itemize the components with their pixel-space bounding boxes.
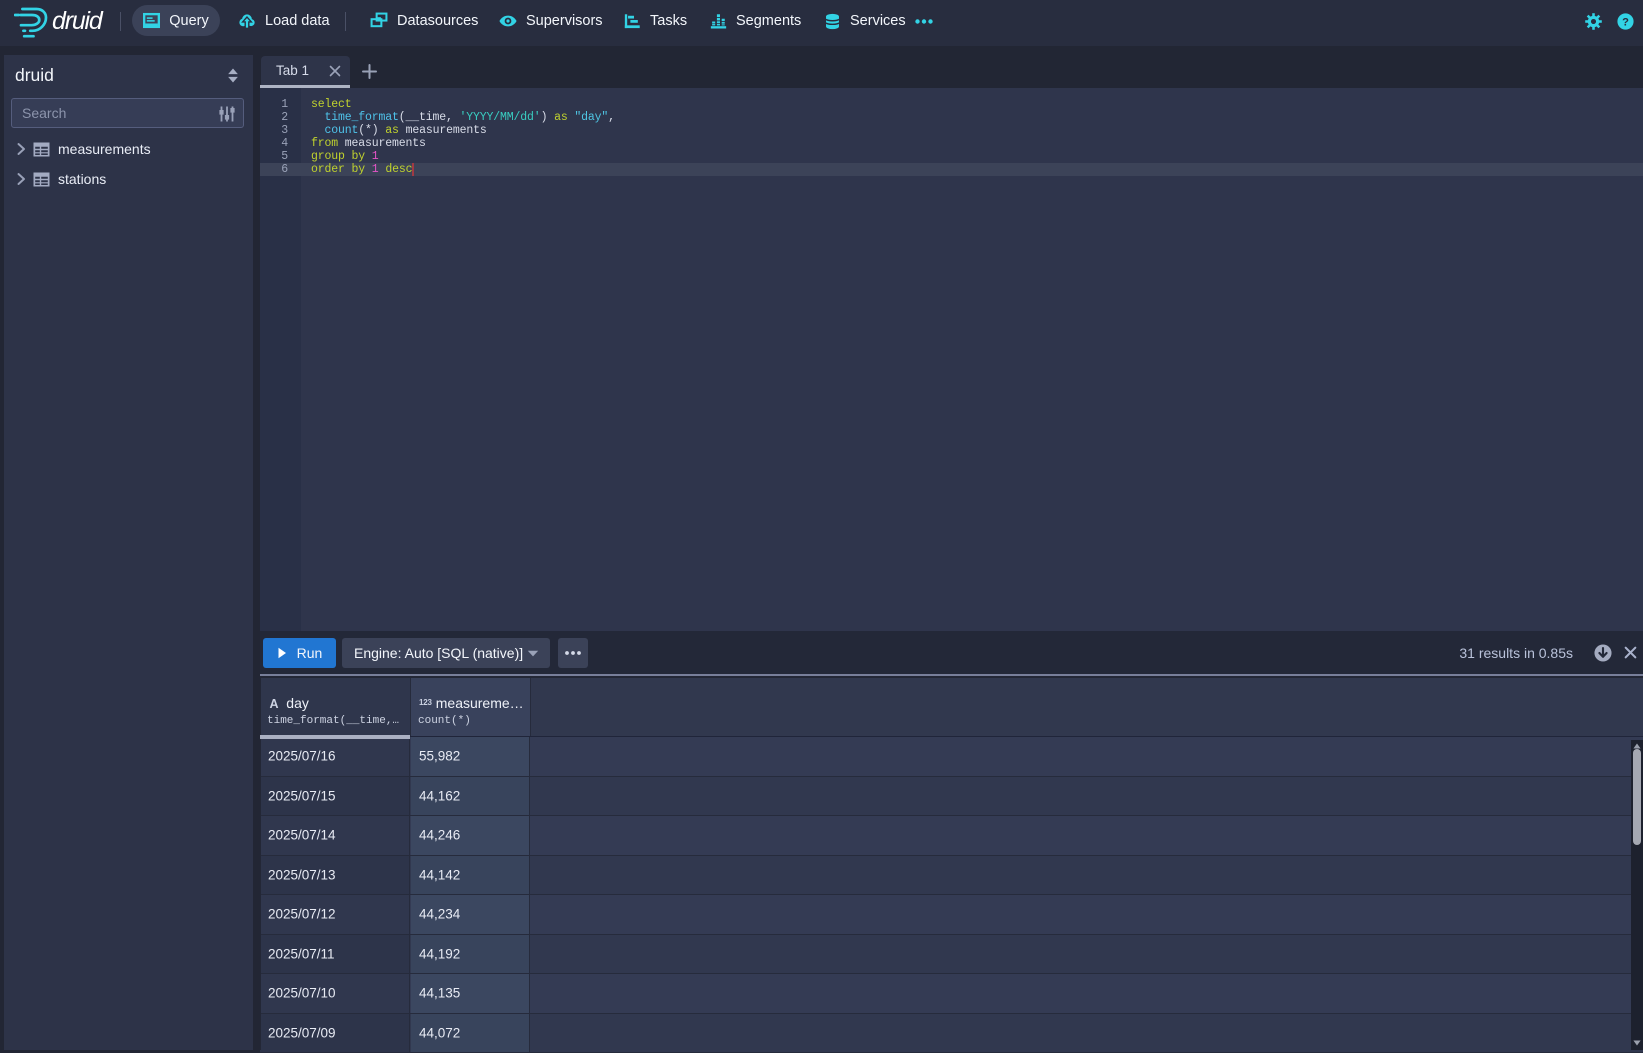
svg-text:?: ? [1622,16,1629,28]
